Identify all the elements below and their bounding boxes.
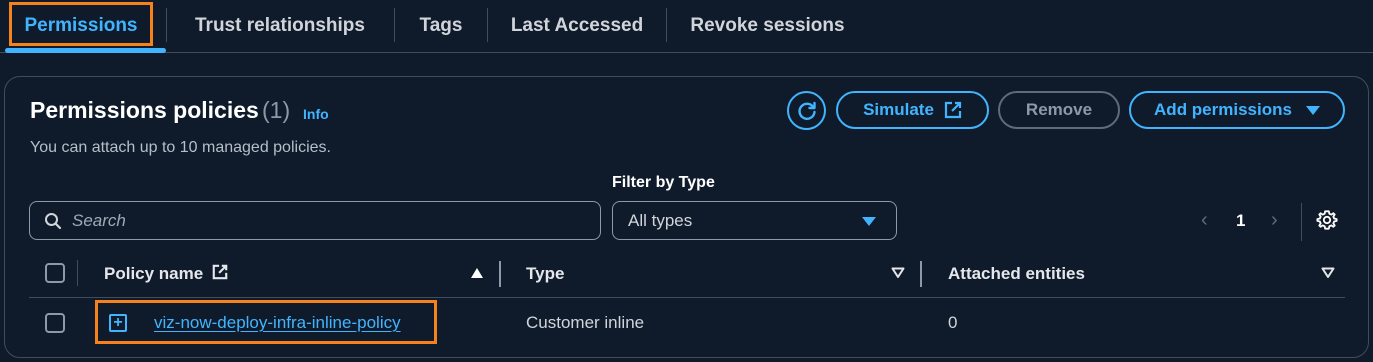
column-header-type[interactable]: Type	[526, 264, 564, 284]
sort-icon[interactable]	[891, 267, 905, 279]
external-link-icon	[212, 264, 228, 280]
caret-down-icon	[862, 217, 876, 226]
simulate-label: Simulate	[863, 100, 934, 119]
refresh-icon	[797, 101, 816, 120]
external-link-icon	[944, 101, 962, 119]
tab-trust-relationships[interactable]: Trust relationships	[180, 0, 380, 52]
add-permissions-label: Add permissions	[1154, 100, 1292, 119]
sort-ascending-icon[interactable]	[471, 268, 483, 278]
search-box[interactable]	[29, 201, 601, 240]
search-input[interactable]	[72, 210, 572, 231]
info-link[interactable]: Info	[303, 106, 329, 122]
policy-type-cell: Customer inline	[526, 313, 645, 332]
type-filter-value: All types	[628, 210, 693, 230]
row-checkbox[interactable]	[45, 313, 65, 333]
highlight-box-policy	[95, 300, 437, 344]
caret-down-icon	[1305, 105, 1320, 115]
simulate-button[interactable]: Simulate	[836, 91, 989, 129]
highlight-box-tab	[9, 2, 153, 46]
add-permissions-button[interactable]: Add permissions	[1129, 91, 1345, 129]
tab-bar: Permissions Trust relationships Tags Las…	[0, 0, 1373, 53]
search-icon	[45, 212, 62, 229]
panel-title: Permissions policies	[30, 97, 259, 123]
policy-name-header-label: Policy name	[104, 264, 204, 283]
active-tab-indicator	[5, 48, 166, 53]
column-resizer[interactable]	[920, 261, 922, 287]
type-filter-select[interactable]: All types	[612, 201, 897, 240]
column-divider	[77, 260, 78, 286]
tab-revoke-sessions[interactable]: Revoke sessions	[680, 0, 855, 52]
column-resizer[interactable]	[499, 261, 501, 287]
tab-tags[interactable]: Tags	[408, 0, 474, 52]
refresh-button[interactable]	[787, 91, 826, 130]
panel-subtitle: You can attach up to 10 managed policies…	[30, 139, 331, 156]
tab-divider	[166, 8, 167, 42]
column-header-policy-name[interactable]: Policy name	[104, 264, 228, 284]
select-all-checkbox[interactable]	[45, 263, 65, 283]
attached-entities-cell: 0	[948, 313, 958, 332]
chevron-right-icon[interactable]: ›	[1271, 209, 1278, 232]
sort-icon[interactable]	[1321, 267, 1335, 279]
page-number[interactable]: 1	[1236, 211, 1245, 231]
column-header-attached-entities[interactable]: Attached entities	[948, 264, 1085, 284]
tab-divider	[394, 8, 395, 42]
filter-by-type-label: Filter by Type	[612, 174, 715, 191]
policy-count: (1)	[262, 97, 291, 123]
gear-icon[interactable]	[1316, 209, 1338, 231]
remove-button[interactable]: Remove	[998, 91, 1120, 129]
pager-divider	[1301, 203, 1302, 241]
chevron-left-icon[interactable]: ‹	[1201, 209, 1208, 232]
tab-divider	[666, 8, 667, 42]
tab-divider	[487, 8, 488, 42]
tab-last-accessed[interactable]: Last Accessed	[502, 0, 652, 52]
